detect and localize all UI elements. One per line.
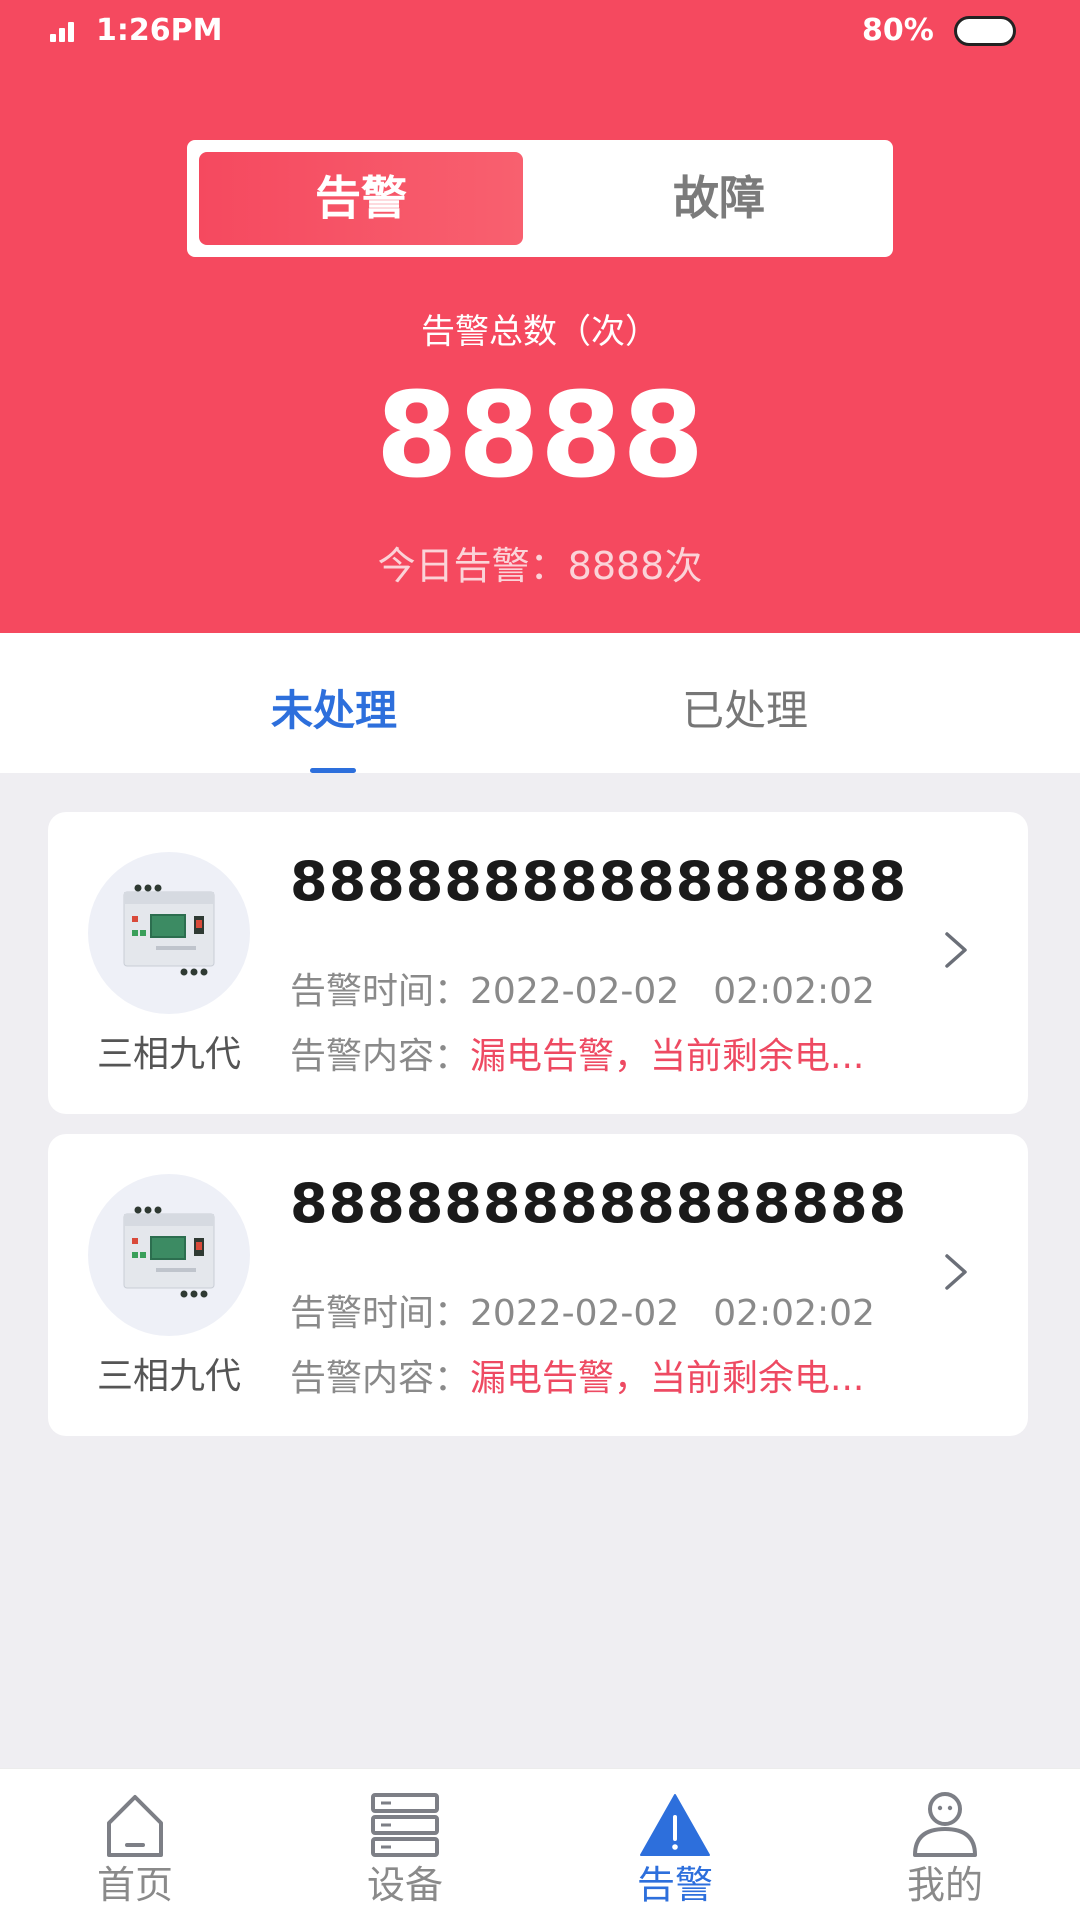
alarm-icon [640, 1794, 710, 1856]
alarm-time-label: 告警时间： [290, 971, 471, 1012]
device-image [88, 1174, 250, 1336]
alarm-time-row: 告警时间：2022-02-02 02:02:02 [290, 1291, 875, 1337]
nav-profile[interactable]: 我的 [810, 1769, 1080, 1921]
battery-percent: 80% [862, 13, 934, 48]
bottom-nav: 首页 设备 告警 我的 [0, 1768, 1080, 1921]
device-image [88, 852, 250, 1014]
alarm-date: 2022-02-02 [470, 1293, 680, 1334]
signal-icon [50, 20, 76, 42]
alarm-date: 2022-02-02 [470, 971, 680, 1012]
alarm-fault-switch: 告警 故障 [187, 140, 893, 257]
total-alarm-label: 告警总数（次） [421, 312, 659, 352]
alarm-time: 02:02:02 [713, 1293, 875, 1334]
alarm-content-row: 告警内容：漏电告警，当前剩余电... [290, 1356, 864, 1402]
nav-home-label: 首页 [96, 1863, 173, 1907]
tab-processed[interactable]: 已处理 [625, 683, 865, 739]
battery-icon [954, 16, 1016, 46]
nav-devices-label: 设备 [366, 1863, 443, 1907]
status-bar: 1:26PM 80% [0, 0, 1080, 62]
segment-fault[interactable]: 故障 [557, 152, 881, 245]
alarm-time: 02:02:02 [713, 971, 875, 1012]
total-alarm-count: 8888 [375, 366, 705, 504]
alarm-card[interactable]: 三相九代 8888888888888888 告警时间：2022-02-02 02:… [48, 1134, 1028, 1436]
alarm-time-row: 告警时间：2022-02-02 02:02:02 [290, 969, 875, 1015]
nav-devices[interactable]: 设备 [270, 1769, 540, 1921]
device-name: 三相九代 [96, 1356, 241, 1397]
nav-profile-label: 我的 [906, 1863, 983, 1907]
device-icon [371, 1793, 439, 1857]
nav-alarms-label: 告警 [636, 1863, 713, 1907]
alarm-device-id: 8888888888888888 [290, 850, 908, 913]
device-name: 三相九代 [96, 1034, 241, 1075]
alarm-header: 1:26PM 80% 告警 故障 告警总数（次） 8888 今日告警：8888次 [0, 0, 1080, 633]
alarm-list: 三相九代 8888888888888888 告警时间：2022-02-02 02:… [48, 812, 1028, 1456]
alarm-content-label: 告警内容： [290, 1036, 471, 1077]
alarm-content: 漏电告警，当前剩余电... [470, 1036, 865, 1077]
alarm-content: 漏电告警，当前剩余电... [470, 1358, 865, 1399]
profile-icon [913, 1792, 977, 1857]
tab-unprocessed[interactable]: 未处理 [214, 683, 454, 739]
alarm-content-label: 告警内容： [290, 1358, 471, 1399]
tab-active-indicator [310, 768, 356, 773]
status-time: 1:26PM [96, 13, 223, 48]
nav-home[interactable]: 首页 [0, 1769, 270, 1921]
alarm-card[interactable]: 三相九代 8888888888888888 告警时间：2022-02-02 02:… [48, 812, 1028, 1114]
chevron-right-icon[interactable] [941, 928, 971, 972]
chevron-right-icon[interactable] [941, 1250, 971, 1294]
alarm-device-id: 8888888888888888 [290, 1172, 908, 1235]
nav-alarms[interactable]: 告警 [540, 1769, 810, 1921]
today-alarm-count: 今日告警：8888次 [377, 544, 703, 588]
alarm-time-label: 告警时间： [290, 1293, 471, 1334]
home-icon [107, 1795, 163, 1857]
segment-alarm[interactable]: 告警 [199, 152, 523, 245]
alarm-content-row: 告警内容：漏电告警，当前剩余电... [290, 1034, 864, 1080]
status-tabs: 未处理 已处理 [0, 633, 1080, 773]
